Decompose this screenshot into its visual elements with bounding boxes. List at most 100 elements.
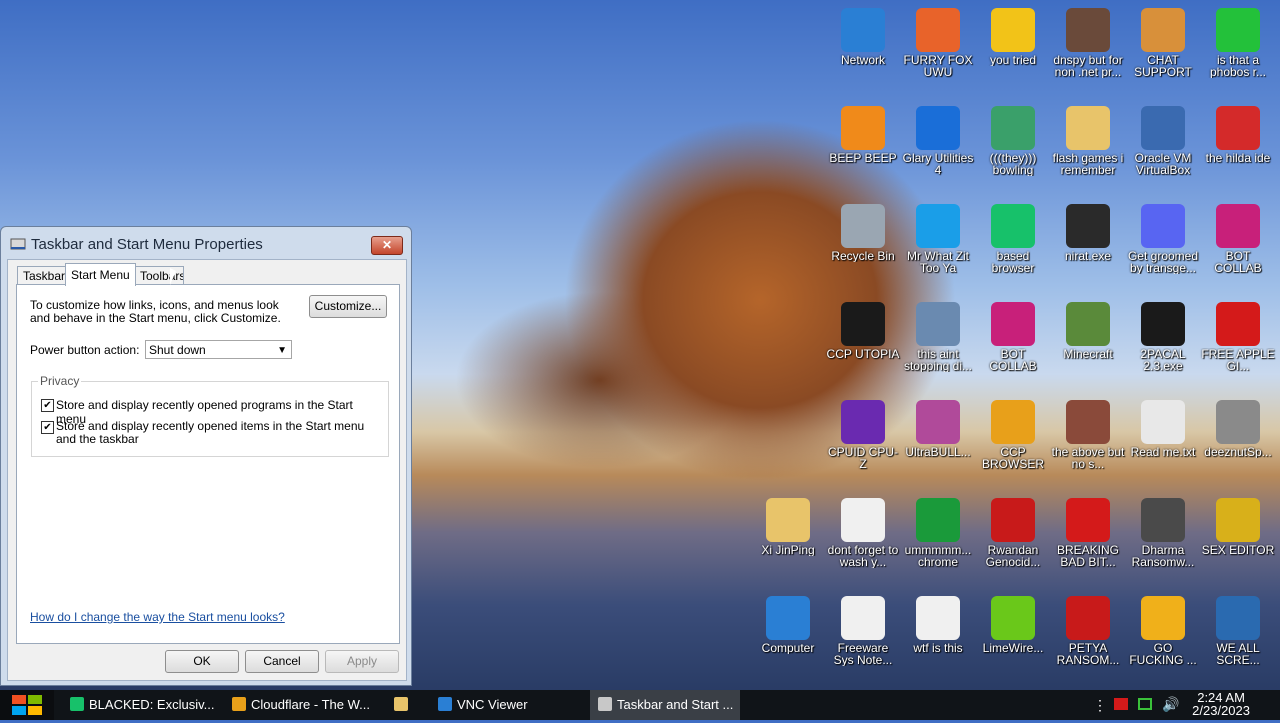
desktop-icon-label: FREE APPLE GI... (1201, 348, 1275, 372)
desktop-icon[interactable]: FREE APPLE GI... (1199, 296, 1277, 392)
desktop-icon[interactable]: nirat.exe (1049, 198, 1127, 294)
desktop-icon[interactable]: ummmmm... chrome (899, 492, 977, 588)
action-center-flag-icon[interactable] (1114, 698, 1128, 710)
properties-icon (10, 238, 26, 250)
desktop-icon[interactable]: Recycle Bin (824, 198, 902, 294)
tab-start-menu[interactable]: Start Menu (65, 263, 136, 286)
desktop-icon[interactable]: 2PACAL 2.3.exe (1124, 296, 1202, 392)
desktop-icon[interactable]: CCP BROWSER (974, 394, 1052, 490)
desktop-icon[interactable]: Dharma Ransomw... (1124, 492, 1202, 588)
desktop-icon[interactable]: Computer (749, 590, 827, 686)
network-tray-icon[interactable] (1138, 698, 1152, 710)
person-icon (1141, 8, 1185, 52)
dialog-titlebar[interactable]: Taskbar and Start Menu Properties ✕ (1, 227, 411, 259)
desktop-icon-label: Computer (761, 642, 815, 654)
desktop-icon[interactable]: you tried (974, 2, 1052, 98)
start-button[interactable] (0, 690, 54, 720)
monitor-pink-icon (991, 302, 1035, 346)
desktop-icon[interactable]: BOT COLLAB (1199, 198, 1277, 294)
tab-toolbars[interactable]: Toolbars (134, 266, 184, 285)
skull-red-icon (1066, 596, 1110, 640)
tab-taskbar[interactable]: Taskbar (17, 266, 72, 285)
desktop-icon[interactable]: FURRY FOX UWU (899, 2, 977, 98)
desktop-icon[interactable]: Oracle VM VirtualBox (1124, 100, 1202, 196)
desktop-icon-label: LimeWire... (982, 642, 1044, 654)
desktop-icon[interactable]: UltraBULL... (899, 394, 977, 490)
desktop-icon[interactable]: based browser (974, 198, 1052, 294)
recent-items-checkbox[interactable]: ✔ (41, 421, 54, 434)
calendar-file-icon (916, 596, 960, 640)
tray-overflow-icon[interactable]: ⋮ (1093, 697, 1109, 714)
taskbar-item[interactable]: Taskbar and Start ... (590, 690, 740, 720)
desktop-icon-label: you tried (989, 54, 1037, 66)
desktop-icon[interactable]: flash games i remember (1049, 100, 1127, 196)
desktop-icon-label: this aint stopping di... (903, 348, 973, 372)
skull-metal-icon (1141, 498, 1185, 542)
desktop-icon[interactable]: LimeWire... (974, 590, 1052, 686)
close-button[interactable]: ✕ (371, 236, 403, 255)
help-link[interactable]: How do I change the way the Start menu l… (30, 610, 285, 624)
desktop-icon-label: Xi JinPing (761, 544, 815, 556)
document-green-icon (991, 204, 1035, 248)
taskbar-item[interactable]: BLACKED: Exclusiv... (62, 690, 217, 720)
desktop-icon[interactable]: dnspy but for non .net pr... (1049, 2, 1127, 98)
vnc-icon (438, 697, 452, 711)
desktop-icon-label: PETYA RANSOM... (1056, 642, 1120, 666)
desktop-icon-label: Read me.txt (1130, 446, 1196, 458)
desktop-icon-label: BOT COLLAB (989, 348, 1037, 372)
desktop-icon[interactable]: (((they))) bowling (974, 100, 1052, 196)
text-file-icon (1141, 400, 1185, 444)
desktop-icon[interactable]: PETYA RANSOM... (1049, 590, 1127, 686)
recent-programs-checkbox[interactable]: ✔ (41, 399, 54, 412)
clock[interactable]: 2:24 AM 2/23/2023 (1192, 691, 1250, 717)
desktop-icon-label: CCP UTOPIA (826, 348, 900, 360)
desktop-icon[interactable]: the hilda ide (1199, 100, 1277, 196)
desktop-icon[interactable]: the above but no s... (1049, 394, 1127, 490)
apply-button[interactable]: Apply (325, 650, 399, 673)
taskbar-item[interactable] (386, 690, 424, 720)
desktop-icon[interactable]: BREAKING BAD BIT... (1049, 492, 1127, 588)
desktop-icon[interactable]: dont forget to wash y... (824, 492, 902, 588)
folder-icon (1066, 106, 1110, 150)
desktop-icon[interactable]: Rwandan Genocid... (974, 492, 1052, 588)
desktop-icon[interactable]: this aint stopping di... (899, 296, 977, 392)
desktop-icon[interactable]: BOT COLLAB (974, 296, 1052, 392)
desktop-icon[interactable]: Get groomed by transge... (1124, 198, 1202, 294)
desktop-icon-label: BOT COLLAB (1214, 250, 1262, 274)
desktop-icon-label: Mr What Zit Too Ya (907, 250, 969, 274)
dialog-client: Taskbar Start Menu Toolbars To customize… (7, 259, 407, 681)
volume-icon[interactable]: 🔊 (1162, 696, 1179, 713)
disc-icon (916, 400, 960, 444)
desktop-icon-label: Rwandan Genocid... (985, 544, 1041, 568)
desktop-icon[interactable]: Mr What Zit Too Ya (899, 198, 977, 294)
customize-button[interactable]: Customize... (309, 295, 387, 318)
desktop-icon[interactable]: CPUID CPU-Z (824, 394, 902, 490)
skype-icon (916, 204, 960, 248)
desktop-icon[interactable]: deeznutSp... (1199, 394, 1277, 490)
desktop-icon[interactable]: Xi JinPing (749, 492, 827, 588)
folder-icon (394, 697, 408, 711)
power-button-select[interactable]: Shut down ▼ (145, 340, 292, 359)
desktop-icon-label: FURRY FOX UWU (903, 54, 973, 78)
desktop-icon[interactable]: CHAT SUPPORT (1124, 2, 1202, 98)
desktop-icon[interactable]: Network (824, 2, 902, 98)
desktop-icon[interactable]: BEEP BEEP (824, 100, 902, 196)
taskbar-item[interactable]: Cloudflare - The W... (224, 690, 379, 720)
desktop-icon[interactable]: GO FUCKING ... (1124, 590, 1202, 686)
cancel-button[interactable]: Cancel (245, 650, 319, 673)
firefox-icon (916, 8, 960, 52)
desktop-icon[interactable]: CCP UTOPIA (824, 296, 902, 392)
desktop-icon-label: Minecraft (1063, 348, 1113, 360)
ok-button[interactable]: OK (165, 650, 239, 673)
desktop-icon[interactable]: Freeware Sys Note... (824, 590, 902, 686)
minecraft-icon (1066, 302, 1110, 346)
angry-bird-icon (1066, 498, 1110, 542)
desktop-icon[interactable]: is that a phobos r... (1199, 2, 1277, 98)
desktop-icon[interactable]: Minecraft (1049, 296, 1127, 392)
desktop-icon[interactable]: wtf is this (899, 590, 977, 686)
desktop-icon[interactable]: Glary Utilities 4 (899, 100, 977, 196)
desktop-icon[interactable]: SEX EDITOR (1199, 492, 1277, 588)
taskbar-item[interactable]: VNC Viewer (430, 690, 580, 720)
desktop-icon[interactable]: WE ALL SCRE... (1199, 590, 1277, 686)
desktop-icon[interactable]: Read me.txt (1124, 394, 1202, 490)
